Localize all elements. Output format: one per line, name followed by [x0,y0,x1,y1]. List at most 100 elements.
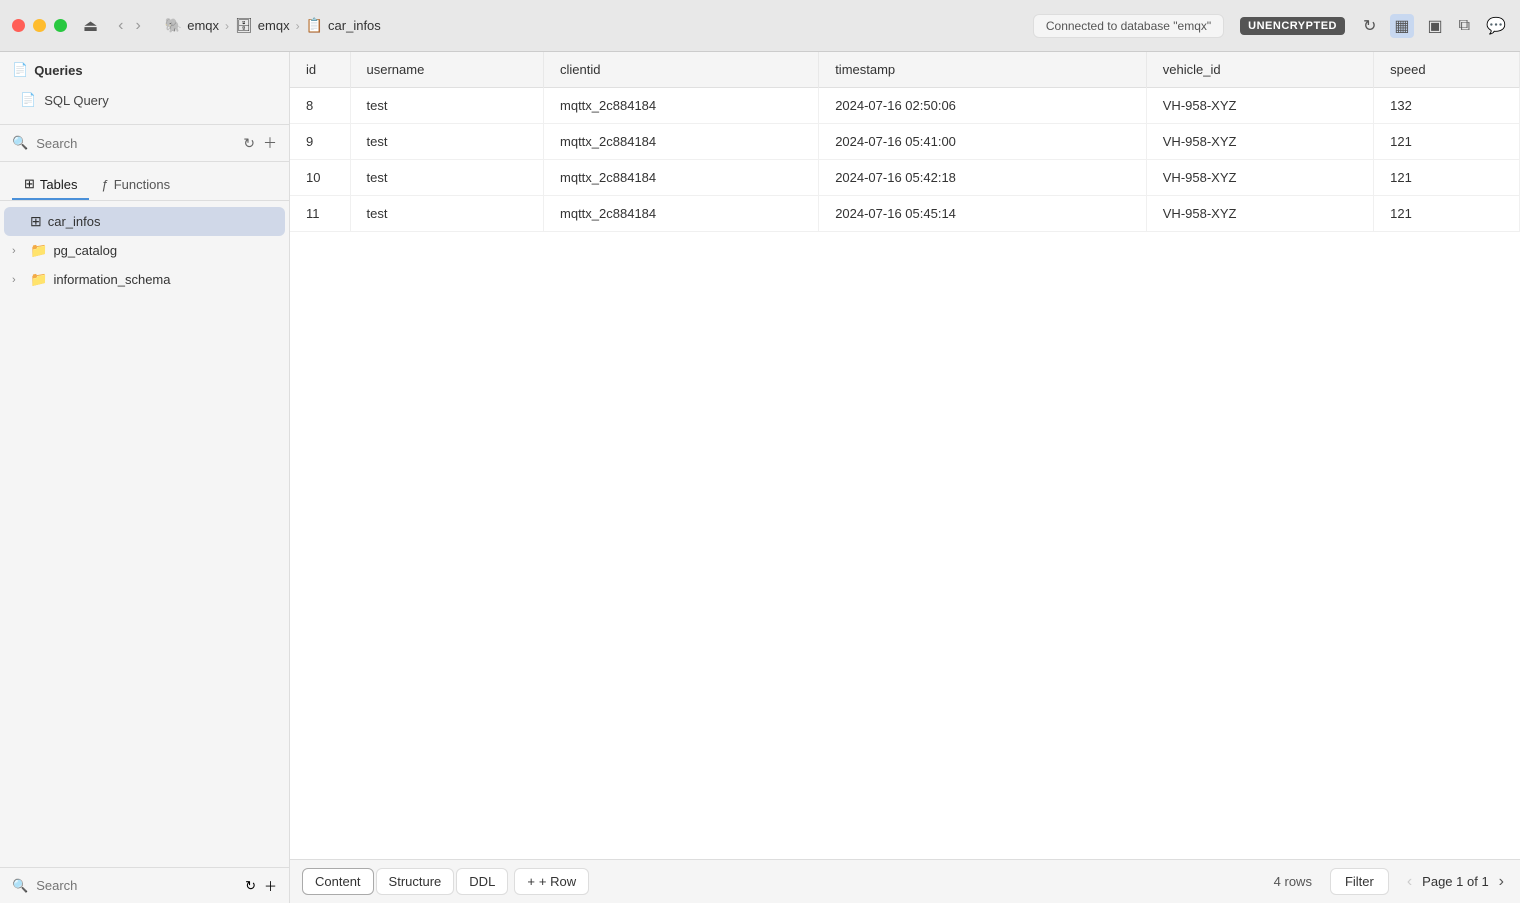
add-row-button[interactable]: + + Row [514,868,589,895]
nav-buttons: ‹ › [114,15,145,37]
tab-functions-label: Functions [114,177,170,192]
tab-ddl[interactable]: DDL [456,868,508,895]
tab-functions[interactable]: ƒ Functions [89,170,182,200]
view-content-button[interactable]: ▦ [1390,14,1413,38]
cell-vehicle_id[interactable]: VH-958-XYZ [1146,88,1373,124]
cell-clientid[interactable]: mqttx_2c884184 [544,124,819,160]
table-body: 8testmqttx_2c8841842024-07-16 02:50:06VH… [290,88,1520,232]
table-row[interactable]: 10testmqttx_2c8841842024-07-16 05:42:18V… [290,160,1520,196]
cell-timestamp[interactable]: 2024-07-16 05:42:18 [819,160,1147,196]
sql-query-item[interactable]: 📄 SQL Query [12,86,277,114]
breadcrumb-database-label: emqx [258,18,290,33]
table-icon: 📋 [306,17,323,34]
cell-clientid[interactable]: mqttx_2c884184 [544,160,819,196]
cell-timestamp[interactable]: 2024-07-16 05:45:14 [819,196,1147,232]
eject-icon[interactable]: ⏏ [83,16,98,36]
main-container: 📄 Queries 📄 SQL Query 🔍 ↻ ＋ ⊞ Tables ƒ F… [0,52,1520,903]
cell-speed[interactable]: 121 [1374,160,1520,196]
sidebar: 📄 Queries 📄 SQL Query 🔍 ↻ ＋ ⊞ Tables ƒ F… [0,52,290,903]
table-row[interactable]: 8testmqttx_2c8841842024-07-16 02:50:06VH… [290,88,1520,124]
search-input-bottom[interactable] [36,878,237,893]
cell-id[interactable]: 11 [290,196,350,232]
traffic-lights [12,19,67,32]
chat-button[interactable]: 💬 [1484,14,1508,38]
col-header-speed[interactable]: speed [1374,52,1520,88]
refresh-button[interactable]: ↻ [1361,14,1378,38]
folder-icon: 📁 [30,242,47,259]
table-grid-icon: ⊞ [30,213,42,230]
cell-speed[interactable]: 121 [1374,124,1520,160]
plus-row-icon: + [527,874,535,889]
functions-icon: ƒ [101,177,108,192]
breadcrumb-server[interactable]: 🐘 emqx [165,17,219,34]
table-row[interactable]: 11testmqttx_2c8841842024-07-16 05:45:14V… [290,196,1520,232]
cell-timestamp[interactable]: 2024-07-16 05:41:00 [819,124,1147,160]
col-header-id[interactable]: id [290,52,350,88]
search-input-top[interactable] [36,136,235,151]
refresh-icon[interactable]: ↻ [243,135,255,152]
nav-forward-button[interactable]: › [131,15,144,37]
data-table: id username clientid timestamp vehicle_i… [290,52,1520,232]
pagination-label: Page 1 of 1 [1422,874,1489,889]
tree-item-car-infos[interactable]: ⊞ car_infos [4,207,285,236]
tab-content[interactable]: Content [302,868,374,895]
breadcrumb-server-label: emqx [187,18,219,33]
cell-vehicle_id[interactable]: VH-958-XYZ [1146,124,1373,160]
cell-username[interactable]: test [350,124,544,160]
add-icon-bottom[interactable]: ＋ [264,876,277,895]
cell-speed[interactable]: 121 [1374,196,1520,232]
cell-id[interactable]: 9 [290,124,350,160]
col-header-username[interactable]: username [350,52,544,88]
pagination-next-button[interactable]: › [1495,871,1508,893]
bottom-search-bar: 🔍 ↻ ＋ [0,867,289,903]
cell-vehicle_id[interactable]: VH-958-XYZ [1146,160,1373,196]
tab-tables-label: Tables [40,177,78,192]
col-header-timestamp[interactable]: timestamp [819,52,1147,88]
breadcrumb-table-label: car_infos [328,18,381,33]
nav-back-button[interactable]: ‹ [114,15,127,37]
search-icon: 🔍 [12,135,28,151]
cell-id[interactable]: 8 [290,88,350,124]
queries-header: 📄 Queries [12,62,277,78]
top-search-bar: 🔍 ↻ ＋ [0,125,289,162]
cell-clientid[interactable]: mqttx_2c884184 [544,88,819,124]
tab-structure[interactable]: Structure [376,868,455,895]
search-icon-bottom: 🔍 [12,878,28,894]
cell-username[interactable]: test [350,88,544,124]
cell-vehicle_id[interactable]: VH-958-XYZ [1146,196,1373,232]
chevron-down-icon: › [12,245,24,257]
tree-item-pg-catalog-label: pg_catalog [53,243,117,258]
tree-item-pg-catalog[interactable]: › 📁 pg_catalog [4,236,285,265]
bottom-bar: Content Structure DDL + + Row 4 rows Fil… [290,859,1520,903]
maximize-button[interactable] [54,19,67,32]
chevron-right-icon: › [12,274,24,286]
tab-tables[interactable]: ⊞ Tables [12,170,89,200]
filter-button[interactable]: Filter [1330,868,1389,895]
minimize-button[interactable] [33,19,46,32]
rows-count: 4 rows [1274,874,1312,889]
table-row[interactable]: 9testmqttx_2c8841842024-07-16 05:41:00VH… [290,124,1520,160]
add-icon[interactable]: ＋ [263,133,277,153]
duplicate-button[interactable]: ⧉ [1457,15,1472,37]
cell-speed[interactable]: 132 [1374,88,1520,124]
sql-icon: 📄 [20,92,36,108]
refresh-icon-bottom[interactable]: ↻ [245,878,256,894]
view-sidebar-button[interactable]: ▣ [1426,14,1445,38]
tree-item-information-schema[interactable]: › 📁 information_schema [4,265,285,294]
titlebar: ⏏ ‹ › 🐘 emqx › 🗄 emqx › 📋 car_infos Conn… [0,0,1520,52]
cell-username[interactable]: test [350,160,544,196]
cell-username[interactable]: test [350,196,544,232]
col-header-clientid[interactable]: clientid [544,52,819,88]
cell-id[interactable]: 10 [290,160,350,196]
sidebar-tabs: ⊞ Tables ƒ Functions [0,162,289,201]
sql-query-label: SQL Query [44,93,109,108]
cell-clientid[interactable]: mqttx_2c884184 [544,196,819,232]
cell-timestamp[interactable]: 2024-07-16 02:50:06 [819,88,1147,124]
table-header-row: id username clientid timestamp vehicle_i… [290,52,1520,88]
pagination-prev-button[interactable]: ‹ [1403,871,1416,893]
breadcrumb-database[interactable]: 🗄 emqx [235,17,290,34]
close-button[interactable] [12,19,25,32]
col-header-vehicle-id[interactable]: vehicle_id [1146,52,1373,88]
add-row-label: + Row [539,874,576,889]
breadcrumb-table[interactable]: 📋 car_infos [306,17,381,34]
